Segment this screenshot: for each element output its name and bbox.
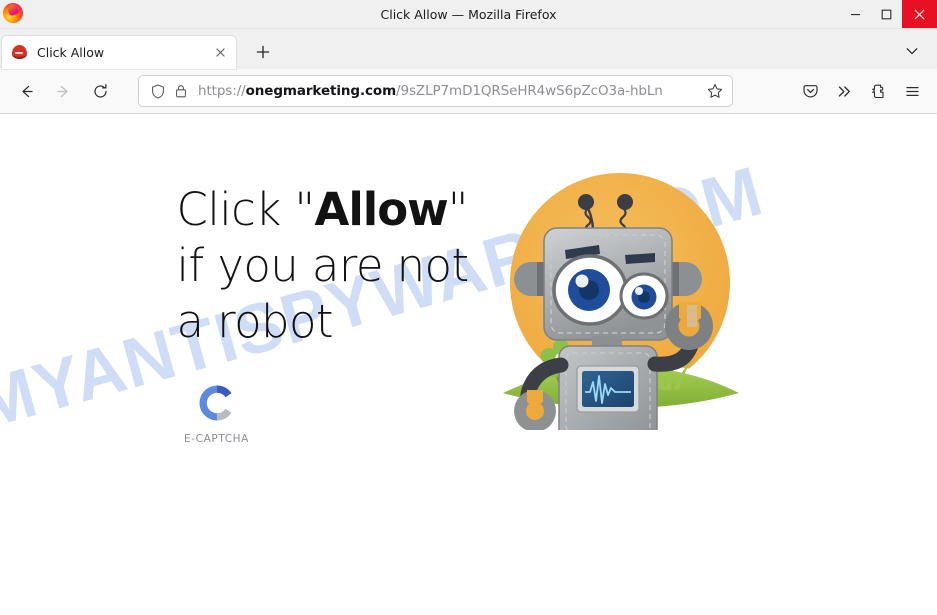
headline-allow-word: Allow xyxy=(314,183,449,236)
maximize-icon[interactable] xyxy=(871,0,902,28)
captcha-branding: E-CAPTCHA xyxy=(177,380,257,445)
shield-icon[interactable] xyxy=(149,82,167,100)
arrow-right-icon xyxy=(47,75,79,107)
pocket-icon[interactable] xyxy=(795,76,825,106)
window-controls xyxy=(840,0,937,28)
plus-icon[interactable] xyxy=(248,37,278,67)
toolbar-right-actions xyxy=(795,76,927,106)
headline-part-1: Click " xyxy=(176,183,316,236)
e-captcha-logo-icon xyxy=(194,380,240,426)
url-host: onegmarketing.com xyxy=(245,83,397,99)
navigation-toolbar: https://onegmarketing.com/9sZLP7mD1QRSeH… xyxy=(0,69,937,114)
tab-strip: Click Allow xyxy=(0,29,937,69)
tab-click-allow[interactable]: Click Allow xyxy=(2,36,236,69)
site-favicon xyxy=(12,44,28,61)
chevron-down-icon[interactable] xyxy=(899,38,925,64)
title-bar: Click Allow — Mozilla Firefox xyxy=(0,0,937,29)
window-title: Click Allow — Mozilla Firefox xyxy=(380,6,557,22)
captcha-label: E-CAPTCHA xyxy=(184,433,249,445)
url-path: /9sZLP7mD1QRSeHR4wS6pZcO3a-hbLn xyxy=(396,83,663,99)
tab-title: Click Allow xyxy=(37,45,105,60)
firefox-logo-icon xyxy=(3,3,25,25)
close-icon[interactable] xyxy=(902,0,937,28)
star-icon[interactable] xyxy=(704,80,726,102)
tab-close-icon[interactable] xyxy=(210,43,230,63)
reload-icon[interactable] xyxy=(84,75,116,107)
arrow-left-icon[interactable] xyxy=(10,75,42,107)
url-text[interactable]: https://onegmarketing.com/9sZLP7mD1QRSeH… xyxy=(198,83,704,99)
padlock-icon[interactable] xyxy=(172,82,190,100)
page-viewport: MYANTISPYWARE.COM Click "Allow" if you a… xyxy=(0,114,937,615)
page-headline: Click "Allow" if you are not a robot xyxy=(177,182,479,350)
minimize-icon[interactable] xyxy=(840,0,871,28)
hamburger-menu-icon[interactable] xyxy=(897,76,927,106)
url-bar[interactable]: https://onegmarketing.com/9sZLP7mD1QRSeH… xyxy=(138,75,733,107)
extensions-icon[interactable] xyxy=(863,76,893,106)
url-scheme: https:// xyxy=(198,83,246,99)
robot-mascot-illustration xyxy=(489,150,751,430)
page-content: Click "Allow" if you are not a robot E-C… xyxy=(0,114,937,615)
chevron-double-right-icon[interactable] xyxy=(829,76,859,106)
text-column: Click "Allow" if you are not a robot E-C… xyxy=(169,182,479,445)
browser-window: Click Allow — Mozilla Firefox Click Allo… xyxy=(0,0,937,615)
